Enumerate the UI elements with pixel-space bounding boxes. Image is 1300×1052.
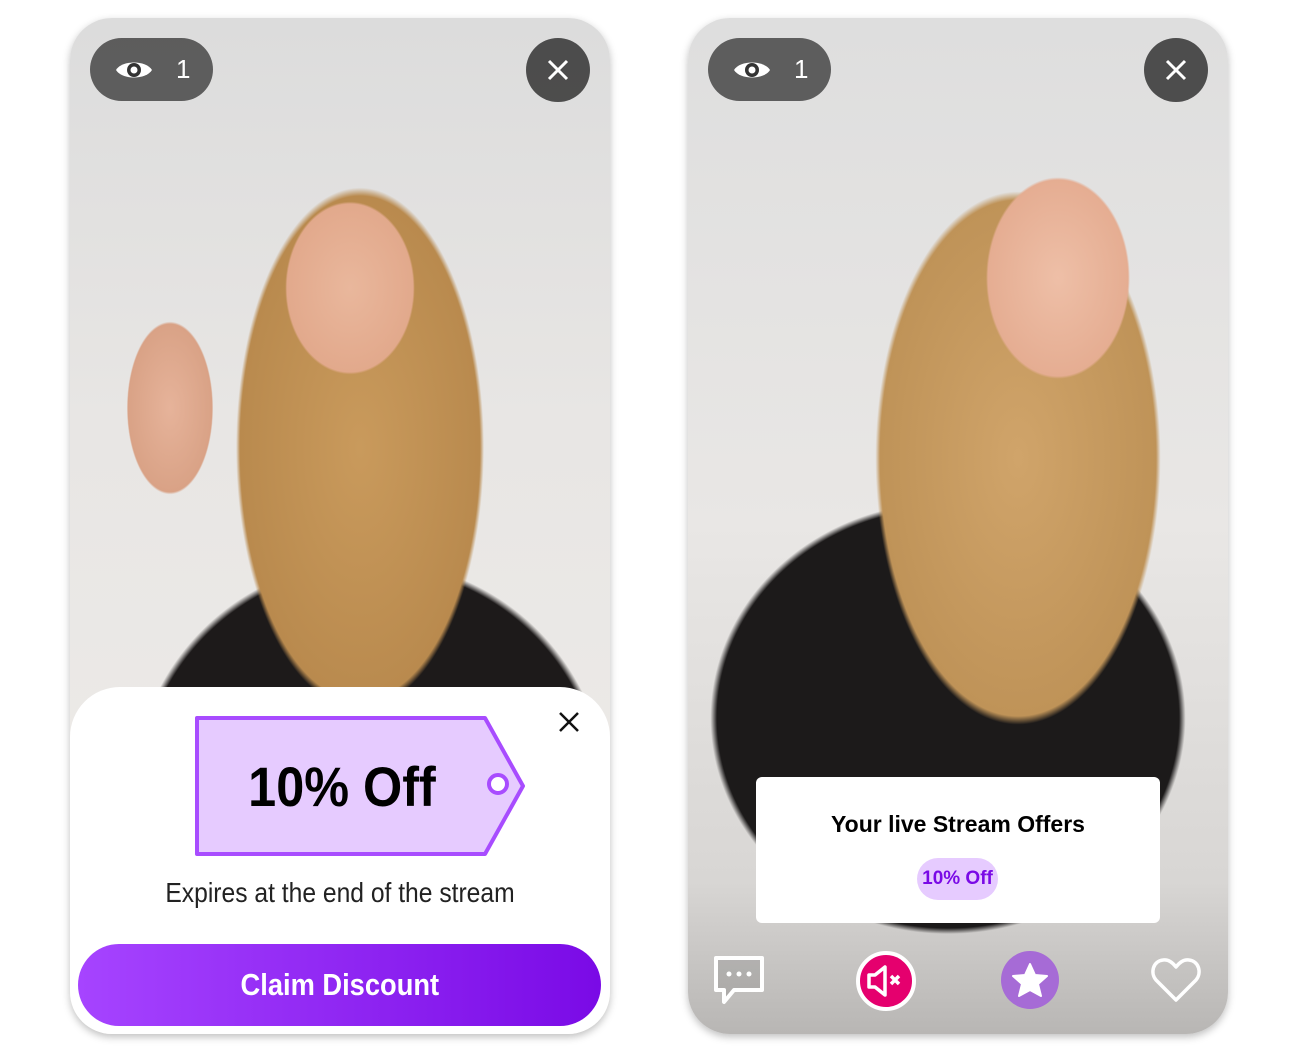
close-icon	[1165, 59, 1187, 81]
claim-discount-button[interactable]: Claim Discount	[78, 944, 601, 1026]
eye-icon	[116, 62, 152, 77]
claim-discount-label: Claim Discount	[240, 967, 439, 1002]
close-icon	[547, 59, 569, 81]
viewer-count: 1	[794, 54, 809, 84]
discount-tag-label: 10% Off	[248, 754, 436, 818]
chat-icon[interactable]	[712, 952, 768, 1008]
star-icon[interactable]	[1000, 950, 1060, 1010]
offer-pill[interactable]: 10% Off	[917, 858, 998, 900]
live-stream-offers-card: Your live Stream Offers 10% Off	[756, 777, 1160, 923]
viewer-count-badge: 1	[708, 38, 831, 101]
offers-title: Your live Stream Offers	[831, 811, 1085, 837]
live-stream-phone-right: 1 Your live Stream Offers 10% Off	[688, 18, 1228, 1034]
close-icon[interactable]	[558, 711, 580, 733]
mute-icon[interactable]	[855, 950, 917, 1012]
close-stream-button[interactable]	[526, 38, 590, 102]
expires-text: Expires at the end of the stream	[165, 877, 515, 908]
heart-icon[interactable]	[1150, 956, 1202, 1004]
viewer-count-badge: 1	[90, 38, 213, 101]
discount-sheet: 10% Off Expires at the end of the stream…	[70, 687, 610, 1034]
live-stream-phone-left: 1 10% Off Expires at the end of the stre…	[70, 18, 610, 1034]
viewer-count: 1	[176, 54, 191, 84]
eye-icon	[734, 62, 770, 77]
close-stream-button[interactable]	[1144, 38, 1208, 102]
